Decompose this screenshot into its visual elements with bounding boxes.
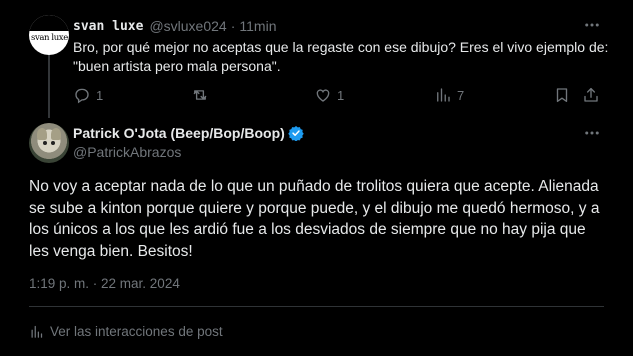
separator: · [230,18,236,34]
reply-icon [75,88,89,104]
views-button[interactable]: 7 [434,85,464,105]
avatar[interactable]: svan luxe [29,15,69,55]
share-icon [584,87,598,102]
bookmark-icon [556,88,568,103]
reply-header: svan luxe @svluxe024 · 11min [73,17,276,35]
share-button[interactable] [582,85,600,105]
more-icon[interactable] [583,124,601,142]
more-icon[interactable] [583,16,601,34]
bookmark-button[interactable] [553,85,571,105]
avatar-logo-text: svan luxe [31,33,68,43]
reply-button[interactable]: 1 [73,85,103,105]
views-count: 7 [457,87,465,103]
display-name[interactable]: svan luxe [73,19,143,34]
reply-tweet[interactable]: svan luxe svan luxe @svluxe024 · 11min B… [0,0,633,118]
timestamp[interactable]: 11min [239,18,276,34]
verified-badge-icon[interactable] [288,125,304,141]
like-button[interactable]: 1 [314,85,344,105]
like-icon [316,89,330,102]
analytics-icon [31,325,43,338]
divider [29,306,604,307]
display-name[interactable]: Patrick O'Jota (Beep/Bop/Boop) [73,125,285,141]
avatar[interactable] [29,123,69,163]
like-count: 1 [337,87,345,103]
action-bar: 1 1 7 [73,85,603,105]
tweet-text: No voy a aceptar nada de lo que un puñad… [29,178,600,260]
view-interactions-link[interactable]: Ver las interacciones de post [29,322,223,340]
views-icon [437,88,450,102]
main-header: Patrick O'Jota (Beep/Bop/Boop) [73,124,304,142]
reply-count: 1 [96,87,104,103]
view-interactions-label: Ver las interacciones de post [50,323,223,339]
repost-button[interactable] [191,85,214,105]
tweet-timestamp[interactable]: 1:19 p. m. · 22 mar. 2024 [29,276,180,291]
thread-line [48,52,50,118]
reply-text: Bro, por qué mejor no aceptas que la reg… [73,39,609,74]
repost-icon [193,90,207,100]
handle[interactable]: @svluxe024 [149,18,226,34]
handle[interactable]: @PatrickAbrazos [73,144,181,160]
